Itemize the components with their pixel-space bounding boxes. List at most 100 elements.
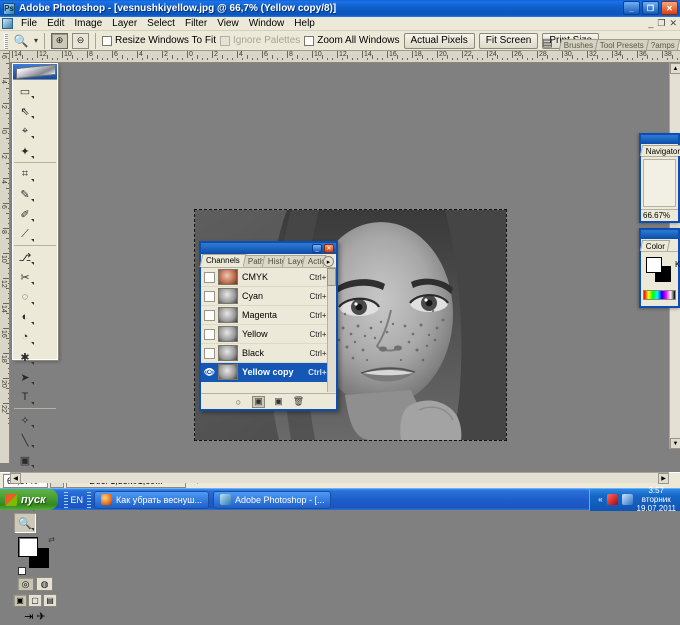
zoom-in-button[interactable]: ⊕	[51, 32, 69, 49]
jump-to-arrow-icon[interactable]: ✈	[37, 610, 46, 623]
channels-scrollbar[interactable]	[327, 268, 336, 392]
tray-expand-icon[interactable]: «	[598, 495, 602, 504]
close-button[interactable]: ✕	[661, 1, 678, 15]
channel-visibility-toggle[interactable]: 👁	[201, 363, 218, 382]
menu-item-image[interactable]: Image	[69, 17, 107, 31]
menu-item-view[interactable]: View	[212, 17, 244, 31]
menu-item-edit[interactable]: Edit	[42, 17, 69, 31]
tool-button-14[interactable]: ➤	[14, 367, 36, 387]
channel-row[interactable]: Black Ctrl+4	[201, 344, 336, 363]
full-screen-menubar-mode-button[interactable]: ▢	[28, 594, 42, 607]
document-restore-button[interactable]: ❐	[657, 18, 665, 29]
scroll-up-arrow-icon[interactable]: ▲	[670, 63, 680, 74]
color-spectrum-ramp[interactable]	[643, 290, 676, 300]
quick-mask-mode-button[interactable]: ◍	[36, 577, 53, 591]
taskbar-grip[interactable]	[87, 491, 92, 508]
channel-visibility-toggle[interactable]	[201, 325, 218, 344]
tray-clock[interactable]: 3:57 вторник 19.07.2011	[637, 486, 676, 514]
load-channel-as-selection-button[interactable]: ○	[232, 396, 245, 408]
tool-button-5[interactable]: ✎	[14, 184, 36, 204]
menu-item-file[interactable]: File	[16, 17, 42, 31]
tool-button-4[interactable]: ⌗	[14, 164, 36, 184]
channel-visibility-toggle[interactable]	[201, 268, 218, 287]
language-indicator[interactable]: EN	[71, 495, 84, 505]
tool-button-11[interactable]: ◐	[14, 307, 36, 327]
tool-button-21[interactable]: 🔍	[14, 513, 36, 533]
tab-color[interactable]: Color	[639, 240, 671, 251]
channel-row[interactable]: Cyan Ctrl+1	[201, 287, 336, 306]
restore-button[interactable]: ❐	[642, 1, 659, 15]
tool-button-15[interactable]: T	[14, 387, 36, 407]
tab-navigator[interactable]: Navigator	[639, 145, 680, 156]
zoom-out-button[interactable]: ⊖	[72, 32, 90, 49]
channel-row[interactable]: 👁 Yellow copy Ctrl+5	[201, 363, 336, 382]
menu-item-window[interactable]: Window	[244, 17, 290, 31]
toolbox-titlebar[interactable]	[13, 63, 57, 80]
tool-button-18[interactable]: ▣	[14, 450, 36, 470]
menu-item-help[interactable]: Help	[289, 17, 320, 31]
channel-row[interactable]: Magenta Ctrl+2	[201, 306, 336, 325]
fit-screen-button[interactable]: Fit Screen	[478, 32, 539, 49]
channel-row[interactable]: CMYK Ctrl+~	[201, 268, 336, 287]
color-panel-foreground-swatch[interactable]	[646, 257, 662, 273]
channels-panel-titlebar[interactable]: _ ✕	[201, 243, 336, 254]
tool-button-1[interactable]: ⇖	[14, 101, 36, 121]
color-panel-titlebar[interactable]	[641, 230, 678, 239]
tool-preset-chevron-down-icon[interactable]: ▾	[34, 36, 38, 45]
scroll-left-arrow-icon[interactable]: ◀	[10, 473, 21, 484]
navigator-panel-titlebar[interactable]	[641, 135, 678, 144]
tool-button-7[interactable]: ⟋	[14, 224, 36, 244]
palette-well-tab-brushes[interactable]: Brushes	[558, 39, 599, 50]
scroll-down-arrow-icon[interactable]: ▼	[670, 438, 680, 449]
scroll-right-arrow-icon[interactable]: ▶	[658, 473, 669, 484]
canvas-work-area[interactable]	[11, 63, 680, 463]
channels-close-button[interactable]: ✕	[324, 244, 334, 253]
navigator-thumbnail[interactable]	[643, 159, 676, 207]
options-bar-grip[interactable]	[4, 32, 8, 49]
channel-row[interactable]: Yellow Ctrl+3	[201, 325, 336, 344]
palette-well-icon[interactable]: ▤	[540, 34, 556, 50]
zoom-all-windows-checkbox[interactable]: Zoom All Windows	[304, 35, 400, 46]
delete-channel-button[interactable]: 🗑	[292, 396, 305, 408]
taskbar-button-photoshop[interactable]: Adobe Photoshop - [...	[213, 490, 331, 509]
taskbar-button-firefox[interactable]: Как убрать веснуш...	[94, 490, 209, 509]
menu-item-select[interactable]: Select	[142, 17, 180, 31]
full-screen-mode-button[interactable]: ▤	[43, 594, 57, 607]
menu-item-layer[interactable]: Layer	[107, 17, 142, 31]
standard-mode-button[interactable]: ◎	[17, 577, 34, 591]
document-horizontal-scrollbar[interactable]: ◀ ▶	[10, 472, 669, 484]
navigator-zoom-value[interactable]: 66.67%	[641, 209, 678, 221]
tool-button-17[interactable]: ╲	[14, 430, 36, 450]
tool-button-10[interactable]: ◌	[14, 287, 36, 307]
tool-button-8[interactable]: ⎇	[14, 247, 36, 267]
channels-minimize-button[interactable]: _	[312, 244, 322, 253]
tool-button-12[interactable]: ◔	[14, 327, 36, 347]
new-channel-button[interactable]: ▣	[272, 396, 285, 408]
standard-screen-mode-button[interactable]: ▣	[13, 594, 27, 607]
channels-panel-menu-icon[interactable]: ▸	[323, 256, 334, 267]
palette-well-tab-tool-presets[interactable]: Tool Presets	[594, 39, 650, 50]
tray-kaspersky-icon[interactable]	[606, 494, 618, 505]
tool-button-6[interactable]: ✐	[14, 204, 36, 224]
channel-visibility-toggle[interactable]	[201, 287, 218, 306]
tab-channels[interactable]: Channels	[199, 254, 247, 267]
channels-scrollbar-thumb[interactable]	[327, 268, 336, 286]
resize-windows-checkbox[interactable]: Resize Windows To Fit	[102, 35, 216, 46]
tool-button-16[interactable]: ✧	[14, 410, 36, 430]
swap-colors-icon[interactable]: ⇄	[48, 535, 55, 544]
document-close-button[interactable]: ✕	[669, 18, 677, 29]
jump-to-imageready-icon[interactable]: ⇥	[24, 610, 33, 623]
document-minimize-button[interactable]: _	[648, 18, 653, 29]
palette-well-tab-stamps[interactable]: ?amps	[645, 39, 680, 50]
channel-visibility-toggle[interactable]	[201, 306, 218, 325]
tool-button-3[interactable]: ✦	[14, 141, 36, 161]
default-colors-icon[interactable]	[18, 567, 26, 575]
quick-launch-grip[interactable]	[63, 491, 68, 508]
tray-network-icon[interactable]	[621, 494, 633, 505]
menu-item-filter[interactable]: Filter	[180, 17, 212, 31]
tool-button-9[interactable]: ✂	[14, 267, 36, 287]
minimize-button[interactable]: _	[623, 1, 640, 15]
tool-button-13[interactable]: ✱	[14, 347, 36, 367]
toolbox-drag-handle[interactable]	[16, 63, 56, 80]
channel-visibility-toggle[interactable]	[201, 344, 218, 363]
